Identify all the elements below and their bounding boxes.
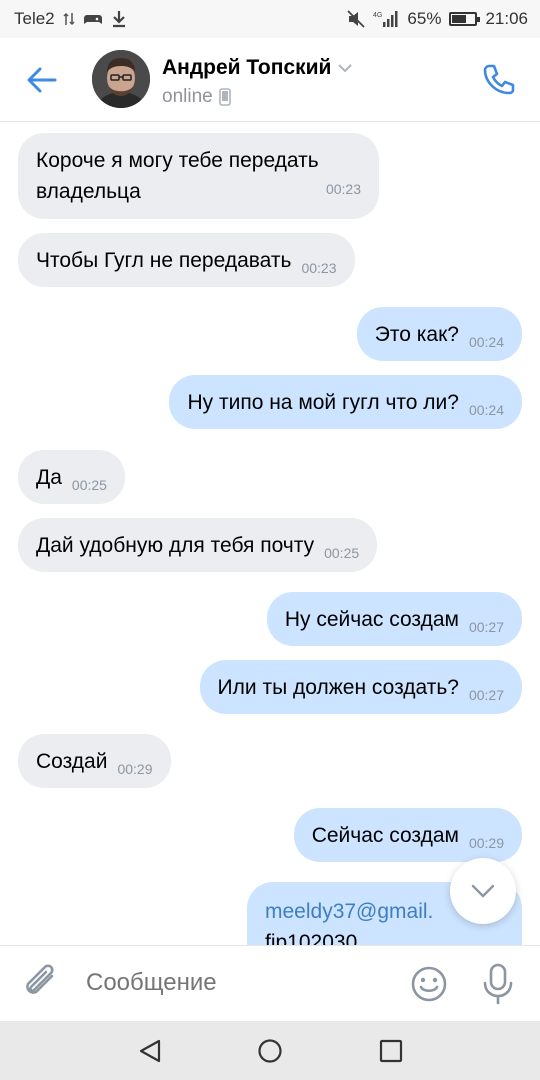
message-list[interactable]: Короче я могу тебе передать владельца 00… — [0, 123, 540, 945]
back-button[interactable] — [22, 60, 62, 100]
message-bubble[interactable]: Дай удобную для тебя почту 00:25 — [18, 518, 378, 572]
nav-back-icon — [139, 1039, 161, 1063]
paperclip-icon — [26, 964, 54, 994]
message-time: 00:27 — [468, 687, 504, 703]
message-bubble[interactable]: Ну типо на мой гугл что ли? 00:24 — [169, 375, 522, 429]
message-time: 00:24 — [468, 334, 504, 350]
contact-status: online — [162, 86, 231, 108]
call-button[interactable] — [476, 58, 520, 102]
system-nav-bar — [0, 1021, 540, 1080]
message-text: владельца — [36, 180, 141, 203]
mobile-icon — [218, 88, 231, 106]
message-time: 00:24 — [468, 402, 504, 418]
status-right: 4G 65% 21:06 — [347, 9, 528, 29]
message-text: Ну типо на мой гугл что ли? — [187, 391, 459, 414]
scroll-down-button[interactable] — [450, 858, 516, 924]
data-arrows-icon — [63, 11, 75, 27]
message-bubble[interactable]: Короче я могу тебе передать владельца 00… — [18, 133, 379, 219]
message-text: Да — [36, 466, 62, 489]
nav-recent-button[interactable] — [378, 1038, 404, 1069]
message-input[interactable] — [86, 966, 386, 1000]
message-text: fip102030 — [265, 931, 358, 945]
chevron-down-icon — [471, 884, 495, 898]
online-status: online — [162, 86, 213, 107]
signal-icon: 4G — [373, 10, 399, 28]
back-arrow-icon — [27, 67, 57, 93]
message-time: 00:23 — [301, 260, 337, 276]
message-time: 00:29 — [117, 761, 153, 777]
chevron-down-icon — [338, 64, 353, 73]
avatar[interactable] — [92, 50, 150, 108]
emoji-button[interactable] — [410, 965, 448, 1003]
network-label: 4G — [373, 12, 382, 19]
chat-header: Андрей Топский online — [0, 38, 540, 122]
contact-name[interactable]: Андрей Топский — [162, 56, 353, 80]
attach-button[interactable] — [22, 962, 62, 1006]
clock: 21:06 — [485, 9, 528, 28]
battery-fill — [452, 15, 467, 23]
download-icon — [111, 10, 127, 28]
battery-icon — [449, 12, 481, 26]
message-text: Ну сейчас создам — [284, 608, 459, 631]
microphone-icon — [483, 963, 513, 1005]
mute-icon — [347, 10, 366, 28]
message-bubble[interactable]: Да 00:25 — [18, 450, 125, 504]
nav-home-icon — [258, 1039, 282, 1063]
message-text: Это как? — [374, 323, 459, 346]
email-link[interactable]: meeldy37@gmail. — [265, 900, 433, 923]
game-controller-icon — [83, 11, 103, 27]
message-bubble[interactable]: Это как? 00:24 — [356, 307, 522, 361]
battery-percent: 65% — [407, 9, 442, 28]
message-text: Сейчас создам — [311, 824, 459, 847]
message-text: Создай — [36, 750, 108, 773]
message-text: Чтобы Гугл не передавать — [36, 249, 292, 272]
carrier-label: Tele2 — [14, 9, 55, 28]
message-time: 00:25 — [324, 545, 360, 561]
message-time: 00:29 — [468, 835, 504, 851]
message-bubble[interactable]: Ну сейчас создам 00:27 — [266, 592, 522, 646]
message-bubble[interactable]: Создай 00:29 — [18, 734, 171, 788]
phone-icon — [483, 64, 515, 95]
message-bubble[interactable]: Чтобы Гугл не передавать 00:23 — [18, 233, 355, 287]
message-time: 00:27 — [468, 619, 504, 635]
status-bar: Tele2 4G 65% 21:06 — [0, 0, 540, 38]
message-composer — [0, 945, 540, 1021]
contact-name-text: Андрей Топский — [162, 56, 332, 79]
message-text: Короче я могу тебе передать — [36, 149, 319, 172]
voice-message-button[interactable] — [480, 962, 516, 1006]
nav-recent-icon — [379, 1039, 403, 1063]
message-time: 00:23 — [325, 181, 361, 197]
message-text: Дай удобную для тебя почту — [36, 534, 315, 557]
status-left: Tele2 — [14, 9, 127, 29]
message-bubble[interactable]: Или ты должен создать? 00:27 — [199, 660, 522, 714]
message-text: Или ты должен создать? — [217, 676, 459, 699]
emoji-icon — [411, 966, 447, 1002]
message-bubble[interactable]: Сейчас создам 00:29 — [293, 808, 522, 862]
message-time: 00:25 — [71, 477, 107, 493]
nav-back-button[interactable] — [137, 1038, 163, 1069]
nav-home-button[interactable] — [257, 1038, 283, 1069]
